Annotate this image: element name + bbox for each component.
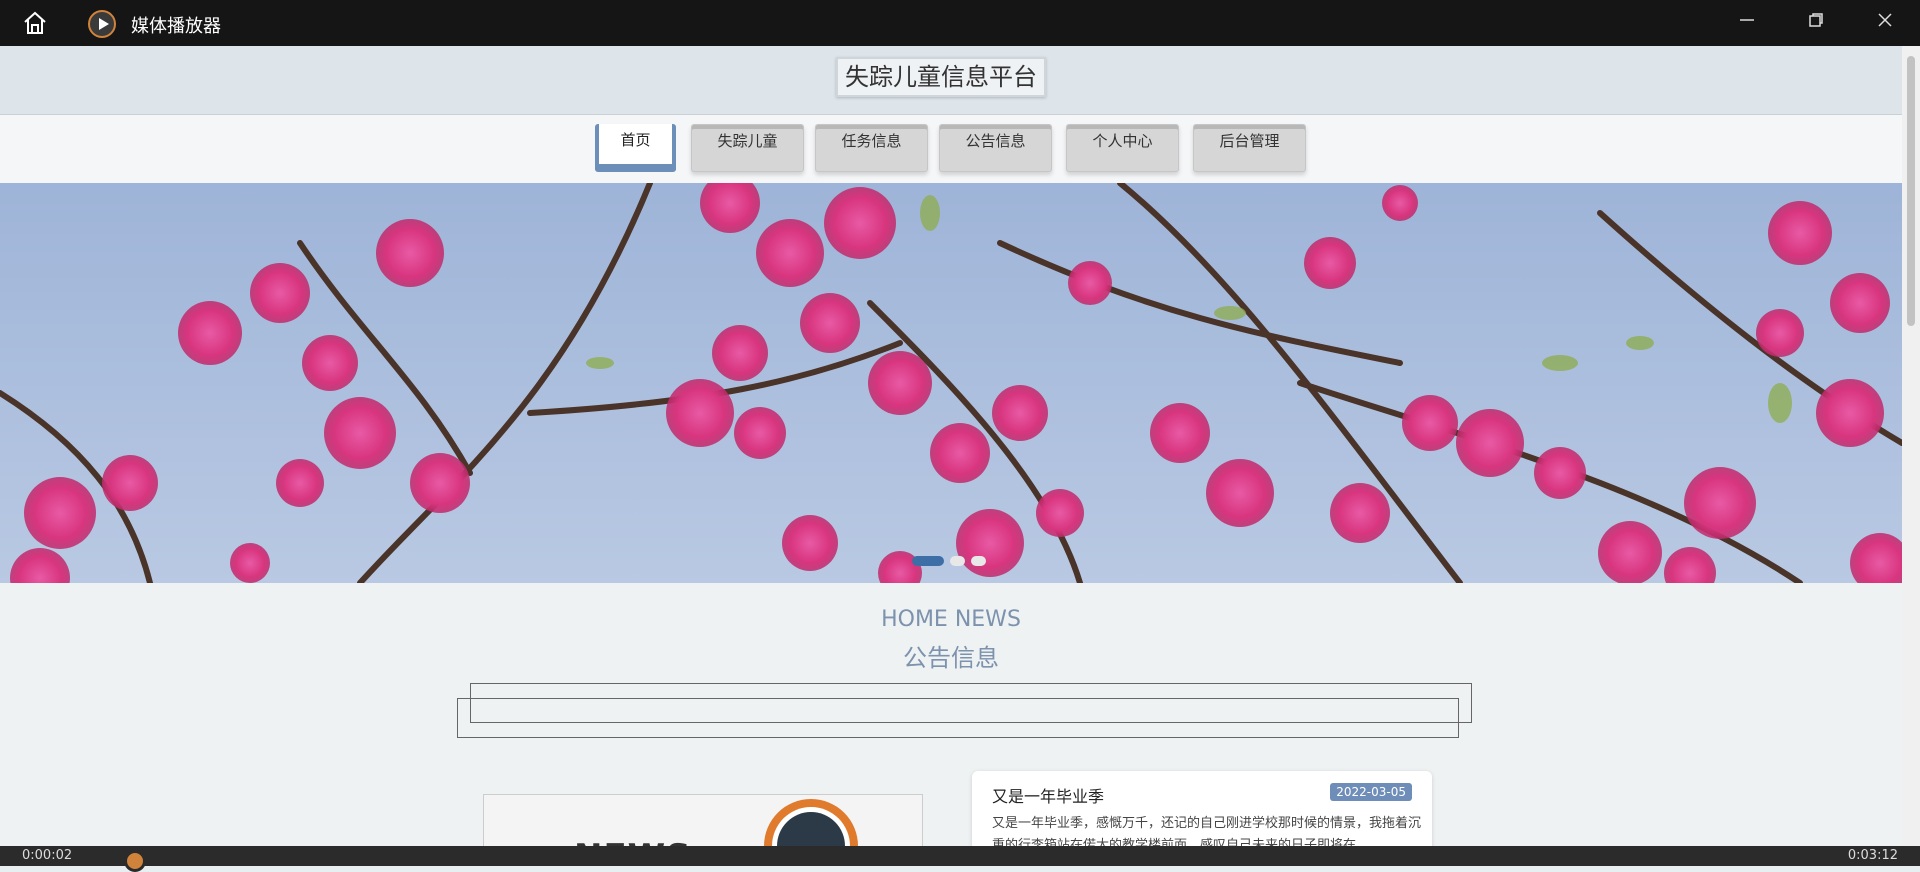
news-tab-box-outline xyxy=(457,698,1459,738)
nav-item-home[interactable]: 首页 xyxy=(595,124,676,172)
total-time: 0:03:12 xyxy=(1847,848,1898,863)
news-item-date-badge: 2022-03-05 xyxy=(1330,783,1412,801)
news-item-card[interactable]: 又是一年毕业季 2022-03-05 又是一年毕业季，感慨万千，还记的自己刚进学… xyxy=(972,771,1432,846)
nav-item-personal-center[interactable]: 个人中心 xyxy=(1066,124,1179,172)
seek-slider-knob[interactable] xyxy=(124,850,146,872)
nav-item-announcements[interactable]: 公告信息 xyxy=(939,124,1052,172)
scrollbar-thumb[interactable] xyxy=(1907,56,1915,326)
nav-item-admin[interactable]: 后台管理 xyxy=(1193,124,1306,172)
site-title: 失踪儿童信息平台 xyxy=(836,57,1046,97)
current-time: 0:00:02 xyxy=(22,848,73,863)
minimize-button[interactable] xyxy=(1727,8,1767,38)
carousel-indicators xyxy=(912,551,992,570)
nav-item-tasks[interactable]: 任务信息 xyxy=(815,124,928,172)
carousel-dot-3[interactable] xyxy=(971,556,986,566)
home-icon[interactable] xyxy=(20,10,50,36)
carousel-dot-2[interactable] xyxy=(950,556,965,566)
close-button[interactable] xyxy=(1865,8,1905,38)
video-viewport: 失踪儿童信息平台 首页 失踪儿童 任务信息 公告信息 个人中心 后台管理 HOM… xyxy=(0,46,1902,846)
section-title-en: HOME NEWS xyxy=(881,607,1021,632)
player-control-bar: 0:00:02 0:03:12 xyxy=(0,846,1920,872)
media-player-app-icon xyxy=(88,10,116,38)
restore-button[interactable] xyxy=(1796,8,1836,38)
carousel-dot-1[interactable] xyxy=(912,556,944,566)
site-header: 失踪儿童信息平台 xyxy=(0,46,1902,115)
section-title-cn: 公告信息 xyxy=(903,644,999,672)
nav-item-missing-children[interactable]: 失踪儿童 xyxy=(691,124,804,172)
featured-news-image[interactable]: NEWS xyxy=(483,794,923,846)
news-image-text: NEWS xyxy=(574,837,692,846)
news-image-graphic xyxy=(764,799,858,846)
window-title: 媒体播放器 xyxy=(131,16,221,37)
window-titlebar: 媒体播放器 xyxy=(0,0,1920,46)
news-item-excerpt: 又是一年毕业季，感慨万千，还记的自己刚进学校那时候的情景，我拖着沉重的行李箱站在… xyxy=(992,816,1422,846)
banner-carousel[interactable] xyxy=(0,183,1902,583)
news-section: HOME NEWS 公告信息 NEWS 又是一年毕业季 2022-03-05 又… xyxy=(0,583,1902,846)
cherry-blossom-image xyxy=(0,183,1902,583)
main-nav: 首页 失踪儿童 任务信息 公告信息 个人中心 后台管理 xyxy=(0,115,1902,183)
page-scrollbar[interactable] xyxy=(1902,46,1920,846)
news-item-title[interactable]: 又是一年毕业季 xyxy=(992,783,1104,807)
